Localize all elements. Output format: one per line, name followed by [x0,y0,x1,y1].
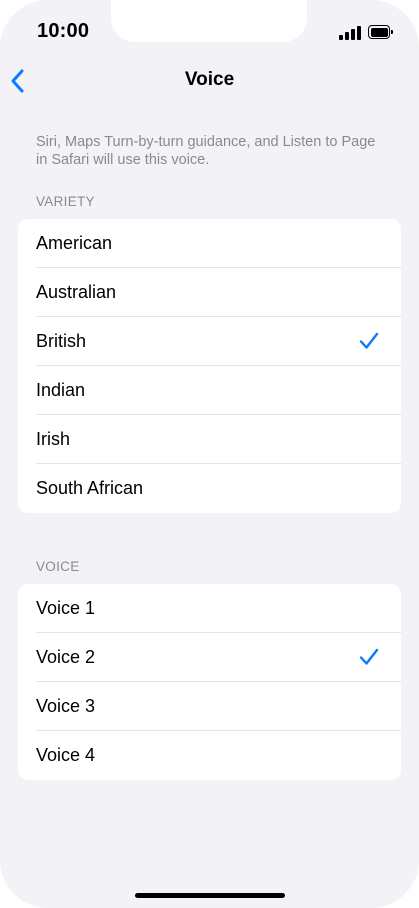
option-label: Voice 4 [36,745,96,765]
variety-list: American Australian British Indian Irish… [18,219,401,513]
variety-option-american[interactable]: American [18,219,401,268]
home-indicator[interactable] [135,893,285,898]
voice-option-4[interactable]: Voice 4 [18,731,401,780]
option-label: Voice 1 [36,598,96,618]
status-time: 10:00 [37,20,90,42]
voice-list: Voice 1 Voice 2 Voice 3 Voice 4 [18,584,401,780]
voice-section-header: VOICE [36,559,80,574]
variety-option-irish[interactable]: Irish [18,415,401,464]
voice-option-2[interactable]: Voice 2 [18,633,401,682]
option-label: Voice 2 [36,647,96,667]
battery-icon [368,25,393,39]
checkmark-icon [359,648,379,665]
phone-screen: 10:00 Voice Siri, Maps Turn-by-turn guid… [0,0,419,908]
voice-description: Siri, Maps Turn-by-turn guidance, and Li… [36,134,376,168]
checkmark-icon [359,332,379,349]
variety-option-british[interactable]: British [18,317,401,366]
variety-option-south-african[interactable]: South African [18,464,401,513]
voice-option-3[interactable]: Voice 3 [18,682,401,731]
option-label: South African [36,478,144,498]
option-label: Australian [36,282,117,302]
notch [111,0,307,42]
cellular-signal-icon [339,26,361,40]
page-title: Voice [184,69,235,90]
option-label: Irish [36,429,71,449]
option-label: American [36,233,113,253]
option-label: British [36,331,87,351]
variety-option-indian[interactable]: Indian [18,366,401,415]
voice-option-1[interactable]: Voice 1 [18,584,401,633]
variety-option-australian[interactable]: Australian [18,268,401,317]
variety-section-header: VARIETY [36,194,95,209]
option-label: Indian [36,380,86,400]
option-label: Voice 3 [36,696,96,716]
